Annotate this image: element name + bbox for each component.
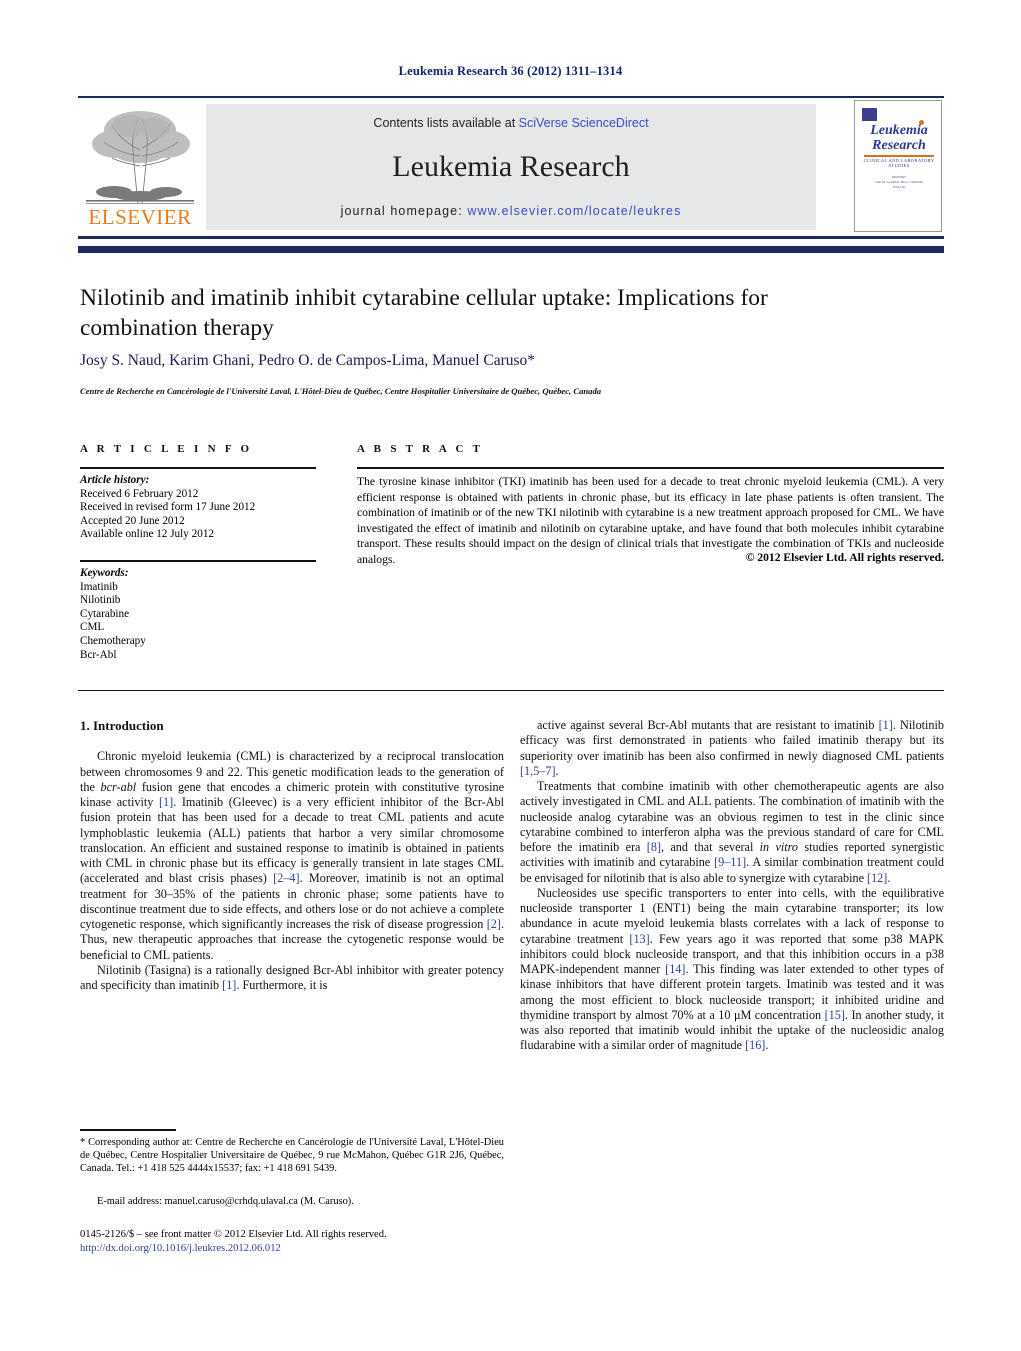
journal-homepage-line: journal homepage: www.elsevier.com/locat… [206, 204, 816, 218]
cover-title: Leukemia Research [855, 123, 943, 153]
keywords-rule [80, 560, 316, 562]
email-link[interactable]: manuel.caruso@crhdq.ulaval.ca [165, 1196, 298, 1207]
abstract-heading: A B S T R A C T [357, 443, 484, 455]
keywords-block: Keywords: Imatinib Nilotinib Cytarabine … [80, 567, 316, 662]
article-history-label: Article history: [80, 474, 150, 486]
abstract-rule [357, 467, 944, 469]
corresponding-author-note: * Corresponding author at: Centre de Rec… [80, 1136, 504, 1176]
imprint-block: 0145-2126/$ – see front matter © 2012 El… [80, 1228, 550, 1256]
paragraph: active against several Bcr-Abl mutants t… [520, 718, 945, 778]
cover-editors-countries: USA UK [892, 185, 906, 189]
cover-editors: EDITORS John M. Goldman Terry J. Hamblin… [855, 175, 943, 190]
journal-title: Leukemia Research [392, 150, 630, 183]
email-line: E-mail address: manuel.caruso@crhdq.ulav… [80, 1196, 504, 1207]
body-column-right: active against several Bcr-Abl mutants t… [520, 718, 944, 1054]
contents-panel: Contents lists available at SciVerse Sci… [206, 104, 816, 230]
cover-subtitle: CLINICAL AND LABORATORY STUDIES [863, 158, 935, 168]
paragraph: Nucleosides use specific transporters to… [520, 885, 945, 1053]
keyword-item: Cytarabine [80, 607, 130, 620]
paragraph: Nilotinib (Tasigna) is a rationally desi… [80, 962, 504, 992]
cover-elsevier-icon [862, 108, 877, 121]
elsevier-logo: ELSEVIER [84, 104, 196, 230]
footnote-rule [80, 1129, 176, 1131]
paragraph: Chronic myeloid leukemia (CML) is charac… [80, 749, 505, 962]
running-head: Leukemia Research 36 (2012) 1311–1314 [398, 64, 623, 78]
keyword-item: Chemotherapy [80, 634, 146, 647]
cover-rule [864, 155, 934, 157]
keyword-item: CML [80, 621, 105, 634]
affiliation: Centre de Recherche en Cancérologie de l… [80, 386, 602, 396]
paper-page: Leukemia Research 36 (2012) 1311–1314 EL… [0, 0, 1021, 1351]
abstract-copyright: © 2012 Elsevier Ltd. All rights reserved… [745, 551, 944, 564]
email-label: E-mail address: [97, 1196, 162, 1207]
journal-cover-thumbnail: Leukemia Research CLINICAL AND LABORATOR… [854, 100, 942, 232]
body-column-left: 1. Introduction Chronic myeloid leukemia… [80, 718, 504, 993]
keywords-label: Keywords: [80, 567, 129, 579]
contents-available-line: Contents lists available at SciVerse Sci… [206, 116, 816, 130]
section-divider [78, 690, 944, 691]
doi-link[interactable]: http://dx.doi.org/10.1016/j.leukres.2012… [80, 1242, 550, 1256]
email-suffix: (M. Caruso). [297, 1196, 354, 1207]
contents-prefix: Contents lists available at [373, 116, 519, 130]
article-info-heading: A R T I C L E I N F O [80, 443, 253, 455]
footnote-text: Corresponding author at: Centre de Reche… [80, 1137, 504, 1175]
history-item: Accepted 20 June 2012 [80, 514, 185, 527]
issn-line: 0145-2126/$ – see front matter © 2012 El… [80, 1229, 387, 1240]
section-heading-introduction: 1. Introduction [80, 718, 164, 733]
journal-masthead: ELSEVIER Contents lists available at Sci… [78, 96, 944, 239]
journal-homepage-link[interactable]: www.elsevier.com/locate/leukres [467, 204, 681, 218]
history-item: Received 6 February 2012 [80, 487, 199, 500]
masthead-bottom-rule [78, 236, 944, 239]
article-history: Article history: Received 6 February 201… [80, 474, 316, 542]
paragraph: Treatments that combine imatinib with ot… [520, 779, 945, 885]
author-names: Josy S. Naud, Karim Ghani, Pedro O. de C… [80, 352, 528, 369]
cover-title-line1: Leukemia [870, 123, 928, 138]
sciencedirect-link[interactable]: SciVerse ScienceDirect [519, 116, 649, 130]
homepage-prefix: journal homepage: [340, 204, 468, 218]
corresponding-author-marker: * [527, 352, 536, 369]
history-item: Received in revised form 17 June 2012 [80, 501, 256, 514]
article-info-rule [80, 467, 316, 469]
cover-title-line2: Research [872, 138, 926, 153]
keyword-item: Bcr-Abl [80, 648, 117, 661]
keyword-item: Imatinib [80, 580, 118, 593]
masthead-top-rule [78, 96, 944, 98]
elsevier-wordmark: ELSEVIER [88, 205, 192, 229]
keyword-item: Nilotinib [80, 594, 121, 607]
history-item: Available online 12 July 2012 [80, 528, 215, 541]
elsevier-tree-icon [84, 104, 196, 212]
author-list: Josy S. Naud, Karim Ghani, Pedro O. de C… [80, 352, 900, 370]
masthead-band [78, 246, 944, 253]
page-title: Nilotinib and imatinib inhibit cytarabin… [80, 285, 768, 341]
